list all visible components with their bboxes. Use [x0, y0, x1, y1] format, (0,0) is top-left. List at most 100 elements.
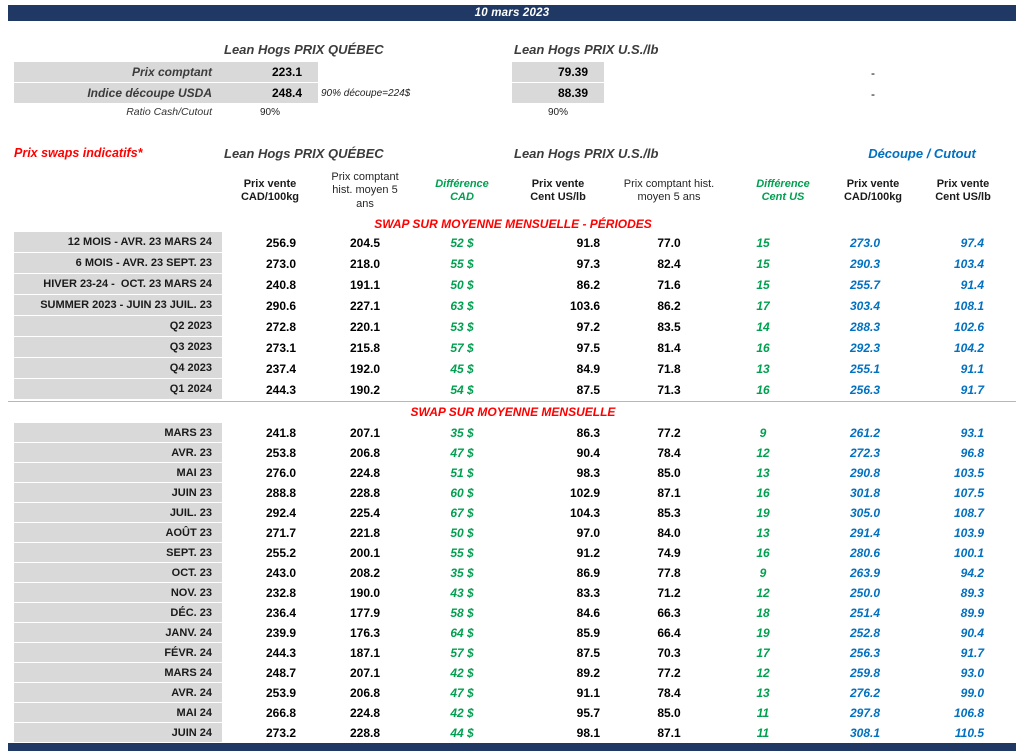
prix-comptant-hist-cad-value: 200.1 [349, 546, 381, 560]
swap-month-row: JUIN 23 288.8 228.8 60 $ 102.9 87.1 16 301.8 107… [14, 483, 1012, 503]
cutout-centus-value: 90.4 [960, 626, 984, 640]
difference-centus-value: 9 [759, 566, 767, 580]
cutout-cad-value: 291.4 [849, 526, 880, 540]
cutout-cad-value: 297.8 [849, 706, 880, 720]
difference-centus-value: 18 [756, 606, 770, 620]
cutout-cad-value: 276.2 [849, 686, 880, 700]
difference-cad-value: 63 $ [450, 298, 474, 313]
swap-period-row: 12 MOIS - AVR. 23 MARS 24 256.9 204.5 52 $ 9… [14, 232, 1012, 253]
difference-cad-value: 50 $ [450, 526, 474, 540]
difference-centus-value: 12 [756, 446, 770, 460]
swap-month-row: MAI 24 266.8 224.8 42 $ 95.7 85.0 11 297.8 106.8 [14, 703, 1012, 723]
spot-note: 90% découpe=224$ [321, 88, 411, 99]
difference-centus-value: 19 [756, 506, 770, 520]
spot-row-indice-decoupe: Indice découpe USDA 248.4 90% découpe=22… [14, 83, 1012, 104]
periods-table: 12 MOIS - AVR. 23 MARS 24 256.9 204.5 52 $ 9… [14, 232, 1012, 400]
month-label: JUIL. 23 [14, 503, 222, 523]
cutout-centus-value: 91.1 [960, 361, 984, 376]
period-label: Q1 2024 [14, 379, 222, 400]
prix-vente-cad-value: 290.6 [265, 298, 296, 313]
lean-hogs-price-report: 10 mars 2023 Lean Hogs PRIX QUÉBEC Lean … [0, 0, 1024, 751]
difference-cad-value: 35 $ [450, 566, 474, 580]
difference-cad-value: 54 $ [450, 382, 474, 397]
prix-comptant-hist-cad-value: 227.1 [349, 298, 381, 313]
difference-cad-value: 52 $ [450, 235, 474, 250]
swap-period-row: Q3 2023 273.1 215.8 57 $ 97.5 81.4 16 292.3 104.… [14, 337, 1012, 358]
cutout-centus-value: 100.1 [953, 546, 984, 560]
prix-vente-centus-value: 97.2 [576, 319, 600, 334]
prix-vente-centus-value: 87.5 [576, 646, 600, 660]
section-divider [8, 401, 1016, 402]
swaps-header-row: Prix swaps indicatifs* Lean Hogs PRIX QU… [14, 140, 1012, 166]
prix-vente-cad-value: 243.0 [265, 566, 296, 580]
cutout-cad-value: 263.9 [849, 566, 880, 580]
swap-month-row: AVR. 24 253.9 206.8 47 $ 91.1 78.4 13 276.2 99.0 [14, 683, 1012, 703]
prix-comptant-hist-us-value: 85.0 [657, 466, 681, 480]
prix-comptant-hist-us-value: 71.6 [657, 277, 681, 292]
difference-centus-value: 12 [756, 666, 770, 680]
prix-vente-centus-value: 89.2 [576, 666, 600, 680]
ratio-qc-value: 90% [259, 106, 280, 118]
cutout-centus-value: 93.0 [960, 666, 984, 680]
prix-vente-cad-value: 239.9 [265, 626, 296, 640]
cutout-cad-value: 256.3 [849, 382, 880, 397]
prix-vente-cad-value: 248.7 [265, 666, 296, 680]
spot-dash: - [871, 86, 875, 101]
prix-comptant-hist-us-value: 87.1 [657, 486, 681, 500]
prix-vente-cad-value: 256.9 [265, 235, 296, 250]
difference-cad-value: 57 $ [450, 646, 474, 660]
difference-centus-value: 11 [756, 726, 770, 740]
prix-comptant-hist-us-value: 74.9 [657, 546, 681, 560]
prix-vente-centus-value: 86.9 [576, 566, 600, 580]
period-label: 12 MOIS - AVR. 23 MARS 24 [14, 232, 222, 253]
prix-comptant-hist-us-value: 83.5 [657, 319, 681, 334]
cutout-centus-value: 97.4 [960, 235, 984, 250]
prix-vente-centus-value: 85.9 [576, 626, 600, 640]
cutout-cad-value: 290.3 [849, 256, 880, 271]
difference-centus-value: 13 [756, 526, 770, 540]
swap-month-row: FÉVR. 24 244.3 187.1 57 $ 87.5 70.3 17 256.3 91.… [14, 643, 1012, 663]
swap-month-row: AOÛT 23 271.7 221.8 50 $ 97.0 84.0 13 291.4 103.… [14, 523, 1012, 543]
prix-vente-cad-value: 276.0 [265, 466, 296, 480]
prix-comptant-hist-cad-value: 190.0 [349, 586, 381, 600]
prix-comptant-hist-us-value: 87.1 [657, 726, 681, 740]
prix-comptant-hist-us-value: 84.0 [657, 526, 681, 540]
difference-centus-value: 17 [756, 298, 770, 313]
periods-section-title: SWAP SUR MOYENNE MENSUELLE - PÉRIODES [374, 217, 652, 231]
prix-vente-centus-value: 97.3 [576, 256, 600, 271]
prix-vente-cad-value: 244.3 [265, 382, 296, 397]
swaps-quebec-header: Lean Hogs PRIX QUÉBEC [224, 145, 384, 161]
difference-cad-value: 50 $ [450, 277, 474, 292]
month-label: MAI 23 [14, 463, 222, 483]
cutout-centus-value: 89.9 [960, 606, 984, 620]
swap-month-row: JUIL. 23 292.4 225.4 67 $ 104.3 85.3 19 305.0 10… [14, 503, 1012, 523]
prix-comptant-hist-cad-value: 204.5 [349, 235, 381, 250]
prix-vente-cad-value: 255.2 [265, 546, 296, 560]
prix-comptant-hist-cad-value: 224.8 [349, 466, 381, 480]
prix-vente-cad-value: 236.4 [265, 606, 296, 620]
prix-comptant-hist-us-value: 81.4 [657, 340, 681, 355]
difference-centus-value: 13 [756, 466, 770, 480]
difference-centus-value: 15 [756, 235, 770, 250]
cutout-cad-value: 256.3 [849, 646, 880, 660]
report-date: 10 mars 2023 [474, 7, 550, 19]
prix-vente-centus-value: 84.6 [576, 606, 600, 620]
difference-cad-value: 53 $ [450, 319, 474, 334]
swaps-title: Prix swaps indicatifs* [14, 146, 143, 160]
prix-vente-cad-value: 232.8 [265, 586, 296, 600]
cutout-cad-value: 290.8 [849, 466, 880, 480]
difference-centus-value: 13 [756, 361, 770, 376]
month-label: MAI 24 [14, 703, 222, 723]
prix-comptant-hist-us-value: 78.4 [657, 686, 681, 700]
prix-comptant-hist-us-value: 77.0 [657, 235, 681, 250]
prix-vente-cad-value: 273.1 [265, 340, 296, 355]
cutout-centus-value: 108.1 [953, 298, 984, 313]
prix-comptant-hist-us-value: 85.3 [657, 506, 681, 520]
cutout-cad-value: 292.3 [849, 340, 880, 355]
swap-month-row: NOV. 23 232.8 190.0 43 $ 83.3 71.2 12 250.0 89.3 [14, 583, 1012, 603]
prix-comptant-hist-cad-value: 221.8 [349, 526, 381, 540]
col-header-cutout-centus: Prix vente Cent US/lb [935, 177, 991, 203]
difference-centus-value: 14 [756, 319, 770, 334]
swap-month-row: AVR. 23 253.8 206.8 47 $ 90.4 78.4 12 272.3 96.8 [14, 443, 1012, 463]
prix-comptant-hist-us-value: 70.3 [657, 646, 681, 660]
